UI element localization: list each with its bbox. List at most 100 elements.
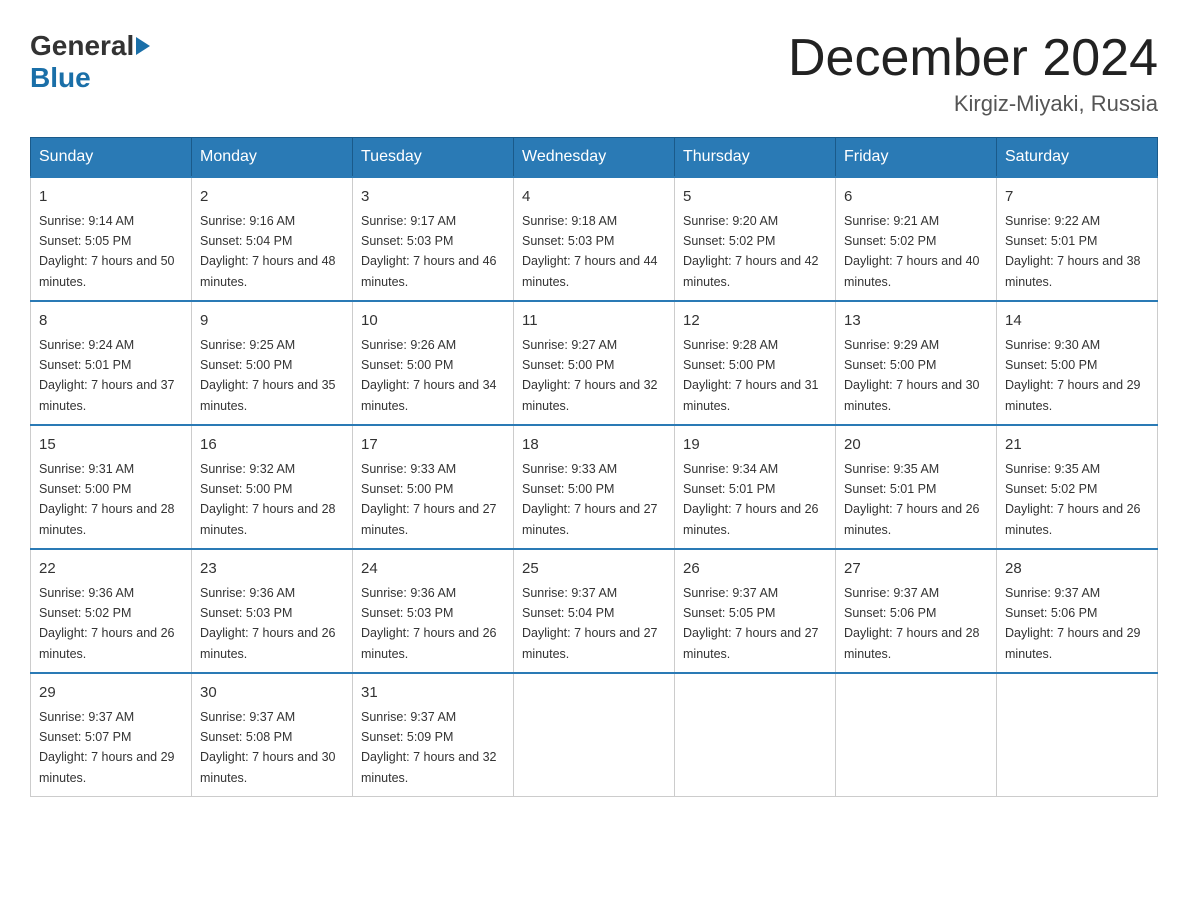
logo-arrow-icon: [136, 37, 150, 55]
day-info: Sunrise: 9:28 AMSunset: 5:00 PMDaylight:…: [683, 338, 819, 413]
day-info: Sunrise: 9:14 AMSunset: 5:05 PMDaylight:…: [39, 214, 175, 289]
table-row: 3 Sunrise: 9:17 AMSunset: 5:03 PMDayligh…: [353, 177, 514, 301]
logo: General Blue: [30, 30, 152, 94]
day-info: Sunrise: 9:20 AMSunset: 5:02 PMDaylight:…: [683, 214, 819, 289]
day-info: Sunrise: 9:25 AMSunset: 5:00 PMDaylight:…: [200, 338, 336, 413]
table-row: 17 Sunrise: 9:33 AMSunset: 5:00 PMDaylig…: [353, 425, 514, 549]
header-wednesday: Wednesday: [514, 138, 675, 178]
calendar-week-row: 8 Sunrise: 9:24 AMSunset: 5:01 PMDayligh…: [31, 301, 1158, 425]
day-number: 26: [683, 558, 827, 581]
day-number: 11: [522, 310, 666, 333]
day-number: 12: [683, 310, 827, 333]
day-number: 23: [200, 558, 344, 581]
table-row: 6 Sunrise: 9:21 AMSunset: 5:02 PMDayligh…: [836, 177, 997, 301]
day-info: Sunrise: 9:36 AMSunset: 5:02 PMDaylight:…: [39, 586, 175, 661]
table-row: 10 Sunrise: 9:26 AMSunset: 5:00 PMDaylig…: [353, 301, 514, 425]
header-thursday: Thursday: [675, 138, 836, 178]
header-monday: Monday: [192, 138, 353, 178]
day-number: 14: [1005, 310, 1149, 333]
table-row: 26 Sunrise: 9:37 AMSunset: 5:05 PMDaylig…: [675, 549, 836, 673]
day-number: 20: [844, 434, 988, 457]
day-number: 27: [844, 558, 988, 581]
day-number: 9: [200, 310, 344, 333]
table-row: [836, 673, 997, 797]
day-info: Sunrise: 9:37 AMSunset: 5:09 PMDaylight:…: [361, 710, 497, 785]
day-number: 10: [361, 310, 505, 333]
table-row: 22 Sunrise: 9:36 AMSunset: 5:02 PMDaylig…: [31, 549, 192, 673]
day-info: Sunrise: 9:21 AMSunset: 5:02 PMDaylight:…: [844, 214, 980, 289]
table-row: 23 Sunrise: 9:36 AMSunset: 5:03 PMDaylig…: [192, 549, 353, 673]
day-info: Sunrise: 9:37 AMSunset: 5:07 PMDaylight:…: [39, 710, 175, 785]
calendar-header-row: Sunday Monday Tuesday Wednesday Thursday…: [31, 138, 1158, 178]
day-number: 19: [683, 434, 827, 457]
day-info: Sunrise: 9:31 AMSunset: 5:00 PMDaylight:…: [39, 462, 175, 537]
table-row: 29 Sunrise: 9:37 AMSunset: 5:07 PMDaylig…: [31, 673, 192, 797]
calendar-table: Sunday Monday Tuesday Wednesday Thursday…: [30, 137, 1158, 797]
table-row: 18 Sunrise: 9:33 AMSunset: 5:00 PMDaylig…: [514, 425, 675, 549]
day-number: 17: [361, 434, 505, 457]
calendar-week-row: 15 Sunrise: 9:31 AMSunset: 5:00 PMDaylig…: [31, 425, 1158, 549]
day-number: 21: [1005, 434, 1149, 457]
day-number: 30: [200, 682, 344, 705]
day-info: Sunrise: 9:16 AMSunset: 5:04 PMDaylight:…: [200, 214, 336, 289]
table-row: 21 Sunrise: 9:35 AMSunset: 5:02 PMDaylig…: [997, 425, 1158, 549]
table-row: 20 Sunrise: 9:35 AMSunset: 5:01 PMDaylig…: [836, 425, 997, 549]
table-row: 12 Sunrise: 9:28 AMSunset: 5:00 PMDaylig…: [675, 301, 836, 425]
table-row: 27 Sunrise: 9:37 AMSunset: 5:06 PMDaylig…: [836, 549, 997, 673]
table-row: 1 Sunrise: 9:14 AMSunset: 5:05 PMDayligh…: [31, 177, 192, 301]
table-row: 9 Sunrise: 9:25 AMSunset: 5:00 PMDayligh…: [192, 301, 353, 425]
table-row: 28 Sunrise: 9:37 AMSunset: 5:06 PMDaylig…: [997, 549, 1158, 673]
day-number: 13: [844, 310, 988, 333]
day-number: 22: [39, 558, 183, 581]
day-info: Sunrise: 9:35 AMSunset: 5:02 PMDaylight:…: [1005, 462, 1141, 537]
table-row: 8 Sunrise: 9:24 AMSunset: 5:01 PMDayligh…: [31, 301, 192, 425]
table-row: 19 Sunrise: 9:34 AMSunset: 5:01 PMDaylig…: [675, 425, 836, 549]
table-row: 16 Sunrise: 9:32 AMSunset: 5:00 PMDaylig…: [192, 425, 353, 549]
table-row: 25 Sunrise: 9:37 AMSunset: 5:04 PMDaylig…: [514, 549, 675, 673]
logo-blue-text: Blue: [30, 62, 91, 93]
calendar-week-row: 1 Sunrise: 9:14 AMSunset: 5:05 PMDayligh…: [31, 177, 1158, 301]
day-info: Sunrise: 9:24 AMSunset: 5:01 PMDaylight:…: [39, 338, 175, 413]
day-info: Sunrise: 9:29 AMSunset: 5:00 PMDaylight:…: [844, 338, 980, 413]
day-info: Sunrise: 9:33 AMSunset: 5:00 PMDaylight:…: [522, 462, 658, 537]
title-area: December 2024 Kirgiz-Miyaki, Russia: [788, 30, 1158, 117]
day-number: 16: [200, 434, 344, 457]
header-sunday: Sunday: [31, 138, 192, 178]
day-number: 18: [522, 434, 666, 457]
day-number: 4: [522, 186, 666, 209]
day-number: 6: [844, 186, 988, 209]
day-info: Sunrise: 9:33 AMSunset: 5:00 PMDaylight:…: [361, 462, 497, 537]
day-number: 3: [361, 186, 505, 209]
day-info: Sunrise: 9:34 AMSunset: 5:01 PMDaylight:…: [683, 462, 819, 537]
table-row: 7 Sunrise: 9:22 AMSunset: 5:01 PMDayligh…: [997, 177, 1158, 301]
table-row: 11 Sunrise: 9:27 AMSunset: 5:00 PMDaylig…: [514, 301, 675, 425]
table-row: 31 Sunrise: 9:37 AMSunset: 5:09 PMDaylig…: [353, 673, 514, 797]
header-tuesday: Tuesday: [353, 138, 514, 178]
day-number: 1: [39, 186, 183, 209]
day-info: Sunrise: 9:37 AMSunset: 5:08 PMDaylight:…: [200, 710, 336, 785]
day-info: Sunrise: 9:37 AMSunset: 5:06 PMDaylight:…: [1005, 586, 1141, 661]
day-info: Sunrise: 9:18 AMSunset: 5:03 PMDaylight:…: [522, 214, 658, 289]
page-header: General Blue December 2024 Kirgiz-Miyaki…: [30, 30, 1158, 117]
table-row: [514, 673, 675, 797]
table-row: [997, 673, 1158, 797]
month-title: December 2024: [788, 30, 1158, 87]
table-row: 2 Sunrise: 9:16 AMSunset: 5:04 PMDayligh…: [192, 177, 353, 301]
header-friday: Friday: [836, 138, 997, 178]
day-number: 25: [522, 558, 666, 581]
day-number: 8: [39, 310, 183, 333]
day-info: Sunrise: 9:37 AMSunset: 5:05 PMDaylight:…: [683, 586, 819, 661]
day-number: 28: [1005, 558, 1149, 581]
day-info: Sunrise: 9:36 AMSunset: 5:03 PMDaylight:…: [200, 586, 336, 661]
table-row: 4 Sunrise: 9:18 AMSunset: 5:03 PMDayligh…: [514, 177, 675, 301]
table-row: 15 Sunrise: 9:31 AMSunset: 5:00 PMDaylig…: [31, 425, 192, 549]
logo-general-text: General: [30, 30, 134, 62]
day-info: Sunrise: 9:27 AMSunset: 5:00 PMDaylight:…: [522, 338, 658, 413]
table-row: 5 Sunrise: 9:20 AMSunset: 5:02 PMDayligh…: [675, 177, 836, 301]
day-info: Sunrise: 9:37 AMSunset: 5:06 PMDaylight:…: [844, 586, 980, 661]
day-info: Sunrise: 9:37 AMSunset: 5:04 PMDaylight:…: [522, 586, 658, 661]
day-number: 24: [361, 558, 505, 581]
day-info: Sunrise: 9:22 AMSunset: 5:01 PMDaylight:…: [1005, 214, 1141, 289]
table-row: [675, 673, 836, 797]
day-number: 2: [200, 186, 344, 209]
